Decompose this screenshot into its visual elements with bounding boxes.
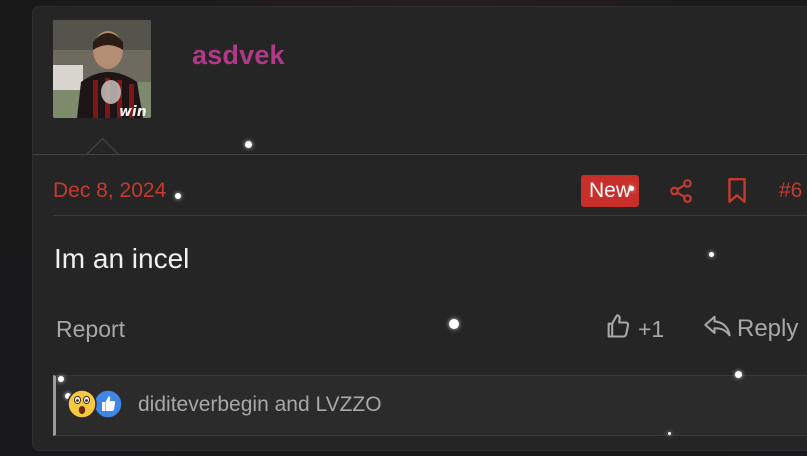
reply-button[interactable]: Reply xyxy=(703,311,798,347)
post-body-text: Im an incel xyxy=(54,243,190,274)
thread-page: win asdvek Dec 8, 2024 New #6 Im an ince… xyxy=(0,0,807,456)
username-link[interactable]: asdvek xyxy=(192,40,285,71)
sparkle-dot xyxy=(629,186,634,191)
bookmark-icon[interactable] xyxy=(722,176,752,206)
sparkle-dot xyxy=(175,193,181,199)
post-number-link[interactable]: #6 xyxy=(779,179,802,203)
sparkle-dot xyxy=(709,252,714,257)
post-meta-row: Dec 8, 2024 New #6 xyxy=(33,172,807,212)
reply-label: Reply xyxy=(737,315,799,342)
avatar-photo: win xyxy=(53,20,151,118)
post-actions-row: Report +1 Reply xyxy=(33,309,807,349)
sparkle-dot xyxy=(58,376,64,382)
sparkle-dot xyxy=(668,432,671,435)
svg-text:win: win xyxy=(119,104,147,118)
share-icon[interactable] xyxy=(666,176,696,206)
sparkle-dot xyxy=(449,319,459,329)
user-arrow-pointer xyxy=(85,137,121,155)
reactions-bar[interactable]: diditeverbegin and LVZZO xyxy=(53,375,807,436)
report-button[interactable]: Report xyxy=(56,316,125,343)
post-date-link[interactable]: Dec 8, 2024 xyxy=(53,179,166,203)
thumbs-up-icon xyxy=(604,312,632,346)
like-count: +1 xyxy=(638,315,665,342)
header-divider xyxy=(33,154,807,155)
avatar[interactable]: win xyxy=(53,20,151,118)
like-button[interactable]: +1 xyxy=(604,311,664,347)
reply-arrow-icon xyxy=(703,313,733,346)
new-badge: New xyxy=(581,175,640,207)
reaction-users-link[interactable]: diditeverbegin and LVZZO xyxy=(138,393,382,417)
meta-divider xyxy=(53,215,807,216)
sparkle-dot xyxy=(245,141,252,148)
post-card: win asdvek Dec 8, 2024 New #6 Im an ince… xyxy=(33,7,807,450)
like-thumb-icon xyxy=(93,389,123,419)
reaction-icons xyxy=(67,389,131,421)
wow-emoji-icon xyxy=(67,389,97,419)
sparkle-dot xyxy=(735,371,742,378)
